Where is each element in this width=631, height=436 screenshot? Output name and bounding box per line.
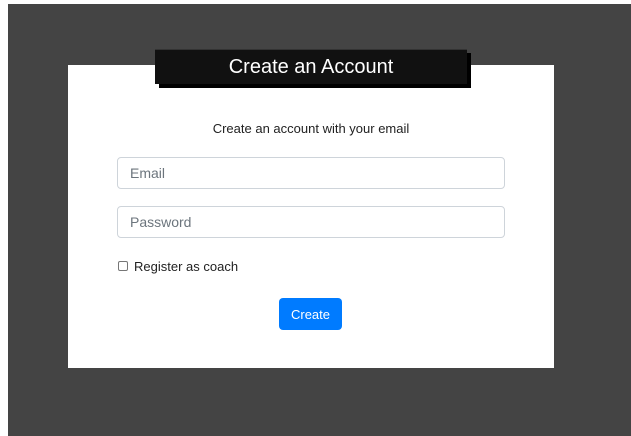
register-coach-label: Register as coach (134, 258, 239, 274)
register-coach-option[interactable]: Register as coach (118, 258, 238, 274)
register-coach-checkbox[interactable] (118, 261, 128, 271)
signup-card: Create an Account Create an account with… (68, 49, 554, 368)
create-button[interactable]: Create (279, 298, 342, 330)
email-field[interactable] (117, 157, 505, 189)
form-subtitle: Create an account with your email (212, 121, 410, 136)
page-background: Create an Account Create an account with… (8, 4, 631, 436)
title-banner: Create an Account (155, 49, 467, 84)
password-field[interactable] (117, 206, 505, 238)
page-title: Create an Account (228, 56, 394, 78)
